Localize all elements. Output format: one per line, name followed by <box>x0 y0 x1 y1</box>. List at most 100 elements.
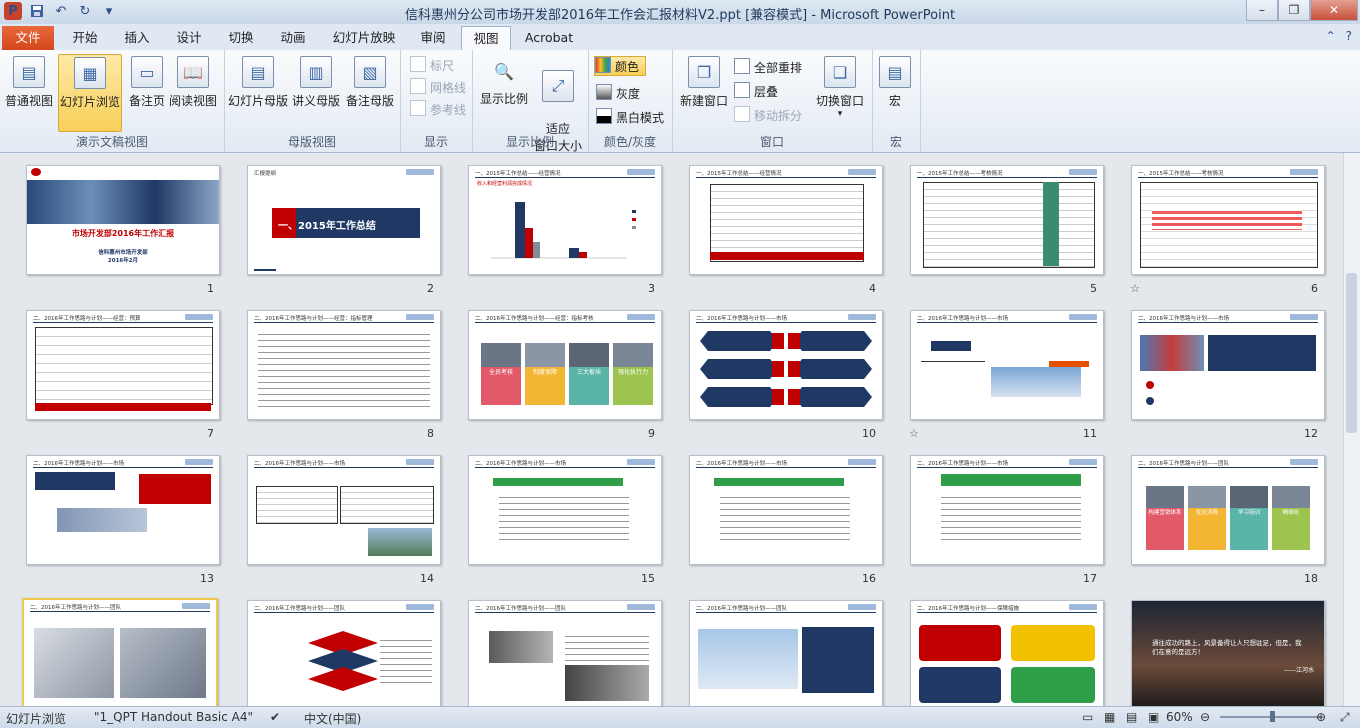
arrange-all-button[interactable]: 全部重排 <box>734 58 802 76</box>
slide-thumbnail-9[interactable]: 二、2016年工作思路与计划——经营：指标考核 全员考核 制度保障 三大板块 强… <box>468 310 662 420</box>
slide-sorter-button[interactable]: ▦ 幻灯片浏览 <box>58 54 122 132</box>
transition-star-icon[interactable]: ☆ <box>909 427 919 440</box>
switch-window-button[interactable]: ❏ 切换窗口 ▾ <box>812 54 868 130</box>
slide-thumbnail-23[interactable]: 二、2016年工作思路与计划——保障措施 <box>910 600 1104 706</box>
slide-thumbnail-21[interactable]: 二、2016年工作思路与计划——团队 <box>468 600 662 706</box>
slide-thumbnail-4[interactable]: 一、2015年工作总结——经营情况 <box>689 165 883 275</box>
fit-slide-icon[interactable]: ⤢ <box>1340 710 1350 725</box>
gridlines-checkbox[interactable]: 网格线 <box>410 78 466 96</box>
slide-thumbnail-7[interactable]: 二、2016年工作思路与计划——经营：预算 <box>26 310 220 420</box>
slide-number: 6 <box>1311 282 1318 295</box>
tab-animations[interactable]: 动画 <box>270 26 316 50</box>
normal-view-button[interactable]: ▤ 普通视图 <box>4 54 54 130</box>
slide-sorter-small-icon[interactable]: ▦ <box>1104 710 1115 724</box>
save-icon[interactable] <box>28 2 46 20</box>
help-icon[interactable]: ? <box>1346 29 1352 43</box>
redo-icon[interactable]: ↻ <box>76 2 94 20</box>
reading-view-icon: 📖 <box>177 56 209 88</box>
status-theme[interactable]: "1_QPT Handout Basic A4" <box>94 710 253 724</box>
macros-button[interactable]: ▤ 宏 <box>872 54 918 130</box>
slide-thumbnail-15[interactable]: 二、2016年工作思路与计划——市场 <box>468 455 662 565</box>
slide-number: 17 <box>1083 572 1097 585</box>
layered-diamonds-graphic <box>308 631 378 691</box>
slide-thumbnail-16[interactable]: 二、2016年工作思路与计划——市场 <box>689 455 883 565</box>
slide-thumbnail-17[interactable]: 二、2016年工作思路与计划——市场 <box>910 455 1104 565</box>
group-macros: ▤ 宏 宏 <box>872 50 921 152</box>
slide-thumbnail-24[interactable]: 通往成功的路上，风景备得让人只想驻足，但是，我们在意的是远方！ ——江河水 <box>1131 600 1325 706</box>
status-language[interactable]: 中文(中国) <box>304 710 361 727</box>
slide-number: 10 <box>862 427 876 440</box>
tab-design[interactable]: 设计 <box>166 26 212 50</box>
scroll-thumb[interactable] <box>1346 273 1357 433</box>
minimize-icon[interactable]: – <box>1246 0 1278 21</box>
zoom-slider-knob[interactable] <box>1270 711 1275 722</box>
slide-number: 5 <box>1090 282 1097 295</box>
slide-thumbnail-18[interactable]: 二、2016年工作思路与计划——团队 构建营销体系 优化流程 学习培训 精细化 <box>1131 455 1325 565</box>
close-icon[interactable]: ✕ <box>1310 0 1358 21</box>
slide-thumbnail-6[interactable]: 一、2015年工作总结——考核情况 <box>1131 165 1325 275</box>
slide-thumbnail-3[interactable]: 一、2015年工作总结——经营情况 收入和经营利润完成情况 <box>468 165 662 275</box>
slide-thumbnail-5[interactable]: 一、2015年工作总结——考核情况 <box>910 165 1104 275</box>
restore-icon[interactable]: ❐ <box>1278 0 1310 21</box>
zoom-in-icon[interactable]: ⊕ <box>1316 710 1326 724</box>
fit-to-window-button[interactable]: ⤢ 适应 窗口大小 <box>532 54 584 153</box>
slide-sorter-icon: ▦ <box>74 57 106 89</box>
spellcheck-icon[interactable]: ✔ <box>270 710 280 724</box>
title-bar: P ↶ ↻ ▾ 信科惠州分公司市场开发部2016年工作会汇报材料V2.ppt [… <box>0 0 1360 25</box>
handout-master-button[interactable]: ▥ 讲义母版 <box>290 54 342 130</box>
notes-page-button[interactable]: ▭ 备注页 <box>122 54 172 130</box>
tab-slideshow[interactable]: 幻灯片放映 <box>324 26 404 50</box>
zoom-level[interactable]: 60% <box>1166 710 1193 724</box>
hexagon-process-graphic <box>700 331 872 407</box>
cascade-button[interactable]: 层叠 <box>734 82 778 100</box>
slide-sorter-area: 市场开发部2016年工作汇报 信科惠州市场开发部 2016年2月 1 汇报提纲 … <box>0 153 1360 706</box>
slide-thumbnail-22[interactable]: 二、2016年工作思路与计划——团队 <box>689 600 883 706</box>
slide-thumbnail-10[interactable]: 二、2016年工作思路与计划——市场 <box>689 310 883 420</box>
ribbon-collapse-icon[interactable]: ⌃ <box>1326 29 1336 43</box>
vertical-scrollbar[interactable] <box>1343 153 1360 706</box>
slide-thumbnail-19[interactable]: 二、2016年工作思路与计划——团队 <box>22 598 218 706</box>
tab-review[interactable]: 审阅 <box>410 26 456 50</box>
table-graphic <box>923 182 1095 268</box>
slide-thumbnail-13[interactable]: 二、2016年工作思路与计划——市场 <box>26 455 220 565</box>
tab-insert[interactable]: 插入 <box>114 26 160 50</box>
customize-icon[interactable]: ▾ <box>100 2 118 20</box>
slide-thumbnail-1[interactable]: 市场开发部2016年工作汇报 信科惠州市场开发部 2016年2月 <box>26 165 220 275</box>
switch-window-icon: ❏ <box>824 56 856 88</box>
slide-number: 18 <box>1304 572 1318 585</box>
reading-view-button[interactable]: 📖 阅读视图 <box>168 54 218 130</box>
tab-view[interactable]: 视图 <box>461 26 511 52</box>
tab-transitions[interactable]: 切换 <box>218 26 264 50</box>
grayscale-button[interactable]: 灰度 <box>596 84 640 102</box>
zoom-out-icon[interactable]: ⊖ <box>1200 710 1210 724</box>
slideshow-small-icon[interactable]: ▣ <box>1148 710 1159 724</box>
move-split-button[interactable]: 移动拆分 <box>734 106 802 124</box>
notes-master-button[interactable]: ▧ 备注母版 <box>344 54 396 130</box>
guides-checkbox[interactable]: 参考线 <box>410 100 466 118</box>
normal-view-small-icon[interactable]: ▭ <box>1082 710 1093 724</box>
slide-thumbnail-12[interactable]: 二、2016年工作思路与计划——市场 <box>1131 310 1325 420</box>
color-button[interactable]: 颜色 <box>594 56 647 76</box>
slide-thumbnail-14[interactable]: 二、2016年工作思路与计划——市场 <box>247 455 441 565</box>
slide-number: 15 <box>641 572 655 585</box>
powerpoint-app-icon[interactable]: P <box>4 2 22 20</box>
group-label: 母版视图 <box>287 135 336 149</box>
reading-view-small-icon[interactable]: ▤ <box>1126 710 1137 724</box>
zoom-button[interactable]: 🔍 显示比例 <box>478 54 530 130</box>
transition-star-icon[interactable]: ☆ <box>1130 282 1140 295</box>
slide-thumbnail-8[interactable]: 二、2016年工作思路与计划——经营：指标管理 <box>247 310 441 420</box>
slide-thumbnail-11[interactable]: 二、2016年工作思路与计划——市场 <box>910 310 1104 420</box>
tab-file[interactable]: 文件 <box>2 26 54 50</box>
handout-master-icon: ▥ <box>300 56 332 88</box>
undo-icon[interactable]: ↶ <box>52 2 70 20</box>
chevron-down-icon: ▾ <box>837 109 843 119</box>
slide-thumbnail-2[interactable]: 汇报提纲 一、2015年工作总结 <box>247 165 441 275</box>
tab-home[interactable]: 开始 <box>62 26 108 50</box>
new-window-button[interactable]: ❐ 新建窗口 <box>676 54 732 130</box>
slide-master-button[interactable]: ▤ 幻灯片母版 <box>228 54 288 130</box>
black-white-button[interactable]: 黑白模式 <box>596 108 664 126</box>
tab-acrobat[interactable]: Acrobat <box>516 26 582 50</box>
slide-number: 4 <box>869 282 876 295</box>
slide-thumbnail-20[interactable]: 二、2016年工作思路与计划——团队 <box>247 600 441 706</box>
ruler-checkbox[interactable]: 标尺 <box>410 56 454 74</box>
